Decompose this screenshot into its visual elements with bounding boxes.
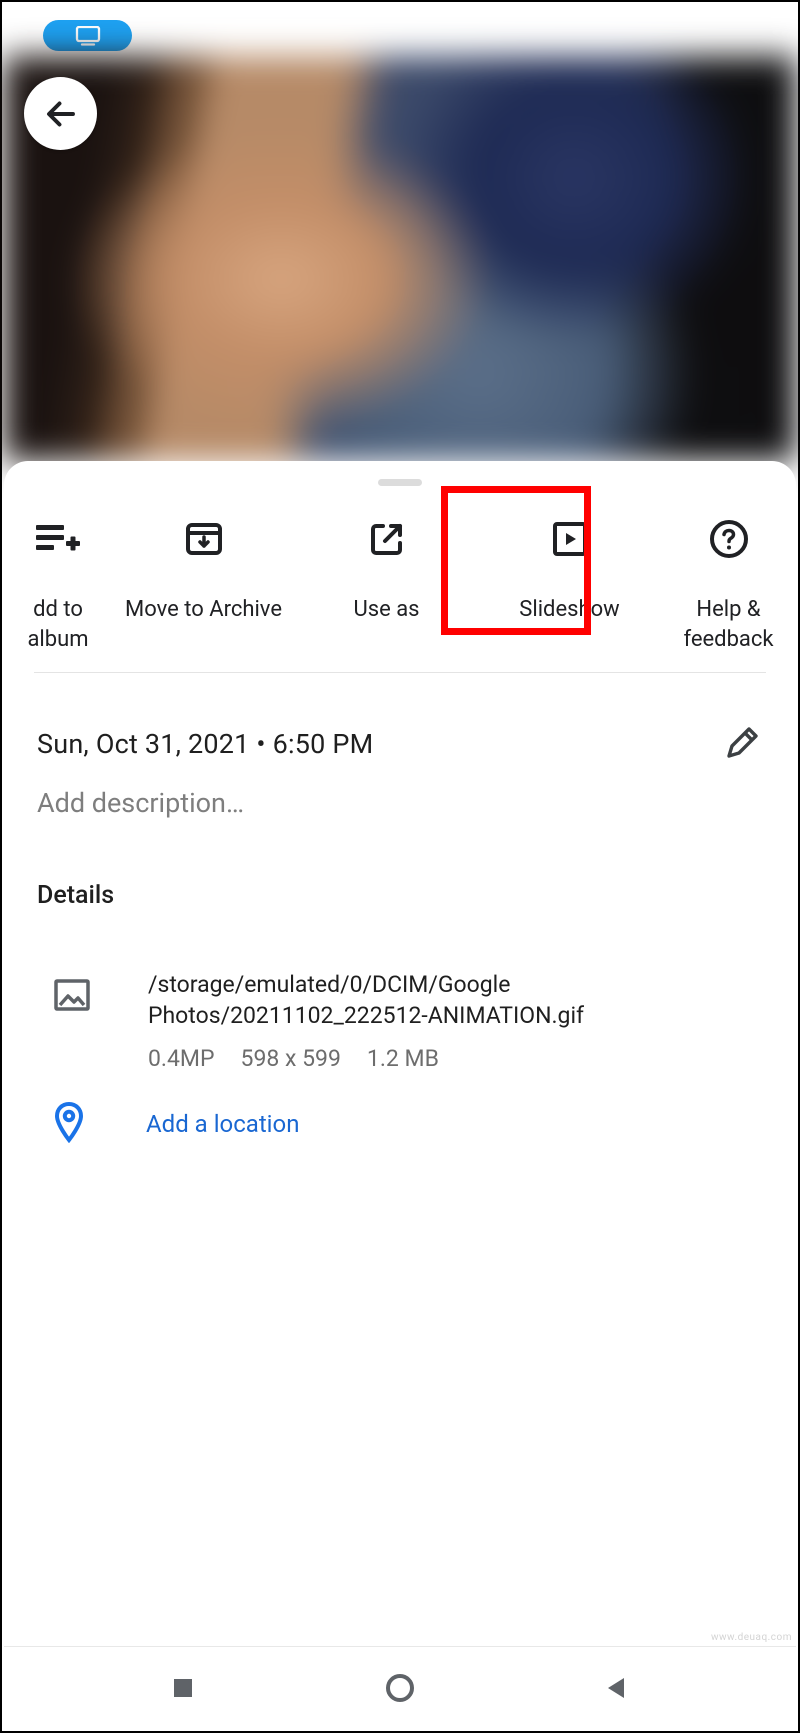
square-icon	[171, 1676, 195, 1700]
sheet-grip[interactable]	[378, 479, 422, 486]
back-button[interactable]	[24, 77, 97, 150]
action-add-to-album[interactable]: dd to album	[4, 487, 112, 654]
action-label: Move to Archive	[125, 595, 282, 625]
playlist-add-icon	[36, 521, 80, 557]
system-navbar	[4, 1646, 796, 1729]
nav-back-button[interactable]	[597, 1668, 637, 1708]
watermark: www.deuaq.com	[711, 1632, 792, 1643]
divider	[34, 672, 766, 673]
open-in-new-icon	[367, 519, 407, 559]
action-use-as[interactable]: Use as	[295, 487, 478, 625]
action-move-to-archive[interactable]: Move to Archive	[112, 487, 295, 625]
circle-icon	[385, 1673, 415, 1703]
slideshow-icon	[550, 519, 590, 559]
action-label: Use as	[353, 595, 419, 625]
help-icon	[708, 518, 750, 560]
archive-icon	[184, 519, 224, 559]
action-help-feedback[interactable]: Help & feedback	[661, 487, 796, 654]
add-location-row[interactable]: Add a location	[52, 1101, 760, 1147]
photo-datetime: Sun, Oct 31, 2021 • 6:50 PM	[37, 728, 373, 760]
details-heading: Details	[37, 881, 114, 910]
action-label: Slideshow	[519, 595, 619, 625]
action-label: Help & feedback	[683, 595, 773, 654]
file-dimensions: 598 x 599	[241, 1045, 341, 1072]
arrow-left-icon	[43, 96, 79, 132]
description-input[interactable]: Add description…	[37, 787, 760, 819]
cast-icon	[75, 26, 101, 46]
file-path: /storage/emulated/0/DCIM/Google Photos/2…	[148, 969, 668, 1031]
image-icon	[52, 975, 92, 1015]
edit-datetime-button[interactable]	[722, 725, 760, 763]
file-size: 1.2 MB	[367, 1045, 439, 1072]
nav-recent-button[interactable]	[163, 1668, 203, 1708]
file-details-row: /storage/emulated/0/DCIM/Google Photos/2…	[52, 969, 760, 1072]
action-label: dd to album	[4, 595, 112, 654]
pencil-icon	[722, 725, 760, 763]
location-pin-icon	[52, 1101, 86, 1143]
triangle-left-icon	[604, 1675, 630, 1701]
status-pill	[43, 20, 132, 51]
add-location-label: Add a location	[146, 1110, 299, 1138]
file-megapixels: 0.4MP	[148, 1045, 215, 1072]
action-slideshow[interactable]: Slideshow	[478, 487, 661, 625]
info-bottom-sheet: dd to album Move to Archive Use as	[4, 461, 796, 1646]
photo-preview[interactable]	[4, 56, 796, 461]
actions-row: dd to album Move to Archive Use as	[4, 487, 796, 672]
nav-home-button[interactable]	[380, 1668, 420, 1708]
